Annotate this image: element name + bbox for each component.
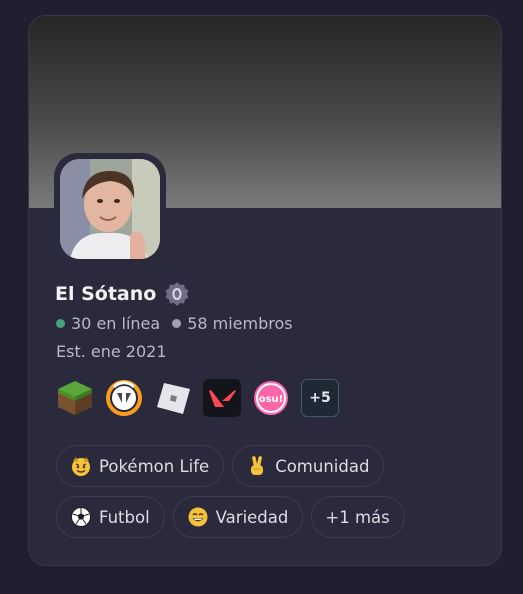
tag-futbol[interactable]: Futbol [56, 496, 165, 538]
online-count: 30 en línea [71, 314, 161, 333]
minecraft-icon[interactable] [56, 379, 94, 417]
tag-label: +1 más [325, 507, 390, 527]
tag-label: Futbol [99, 507, 150, 527]
tag-comunidad[interactable]: Comunidad [232, 445, 385, 487]
tag-label: Pokémon Life [99, 456, 210, 476]
server-name-row: El Sótano [55, 281, 190, 307]
tag-label: Comunidad [275, 456, 370, 476]
members-dot [172, 319, 182, 328]
server-avatar-frame [54, 153, 166, 265]
tag-pokemon-life[interactable]: Pokémon Life [56, 445, 225, 487]
server-stats: 30 en línea 58 miembros [56, 314, 293, 333]
victory-hand-emoji-icon [246, 455, 268, 477]
server-avatar[interactable] [60, 159, 160, 259]
tag-label: Variedad [215, 507, 289, 527]
server-name: El Sótano [55, 283, 157, 305]
online-dot [56, 319, 65, 328]
grin-emoji-icon [187, 506, 209, 528]
server-card[interactable]: El Sótano 30 en línea 58 miembros Est. e… [28, 15, 502, 566]
more-tags-button[interactable]: +1 más [311, 496, 405, 538]
verified-badge-icon[interactable] [164, 281, 190, 307]
overwatch-icon[interactable] [105, 379, 143, 417]
svg-text:osu!: osu! [259, 394, 284, 405]
more-games-button[interactable]: +5 [301, 379, 339, 417]
game-list: osu! +5 [56, 379, 339, 417]
tag-variedad[interactable]: Variedad [172, 496, 304, 538]
tag-list: Pokémon Life Comunidad Futbol Variedad +… [56, 445, 476, 547]
established-date: Est. ene 2021 [56, 342, 167, 361]
soccer-ball-emoji-icon [70, 506, 92, 528]
osu-icon[interactable]: osu! [252, 379, 290, 417]
member-count: 58 miembros [187, 314, 293, 333]
imp-emoji-icon [70, 455, 92, 477]
roblox-icon[interactable] [154, 379, 192, 417]
valorant-icon[interactable] [203, 379, 241, 417]
